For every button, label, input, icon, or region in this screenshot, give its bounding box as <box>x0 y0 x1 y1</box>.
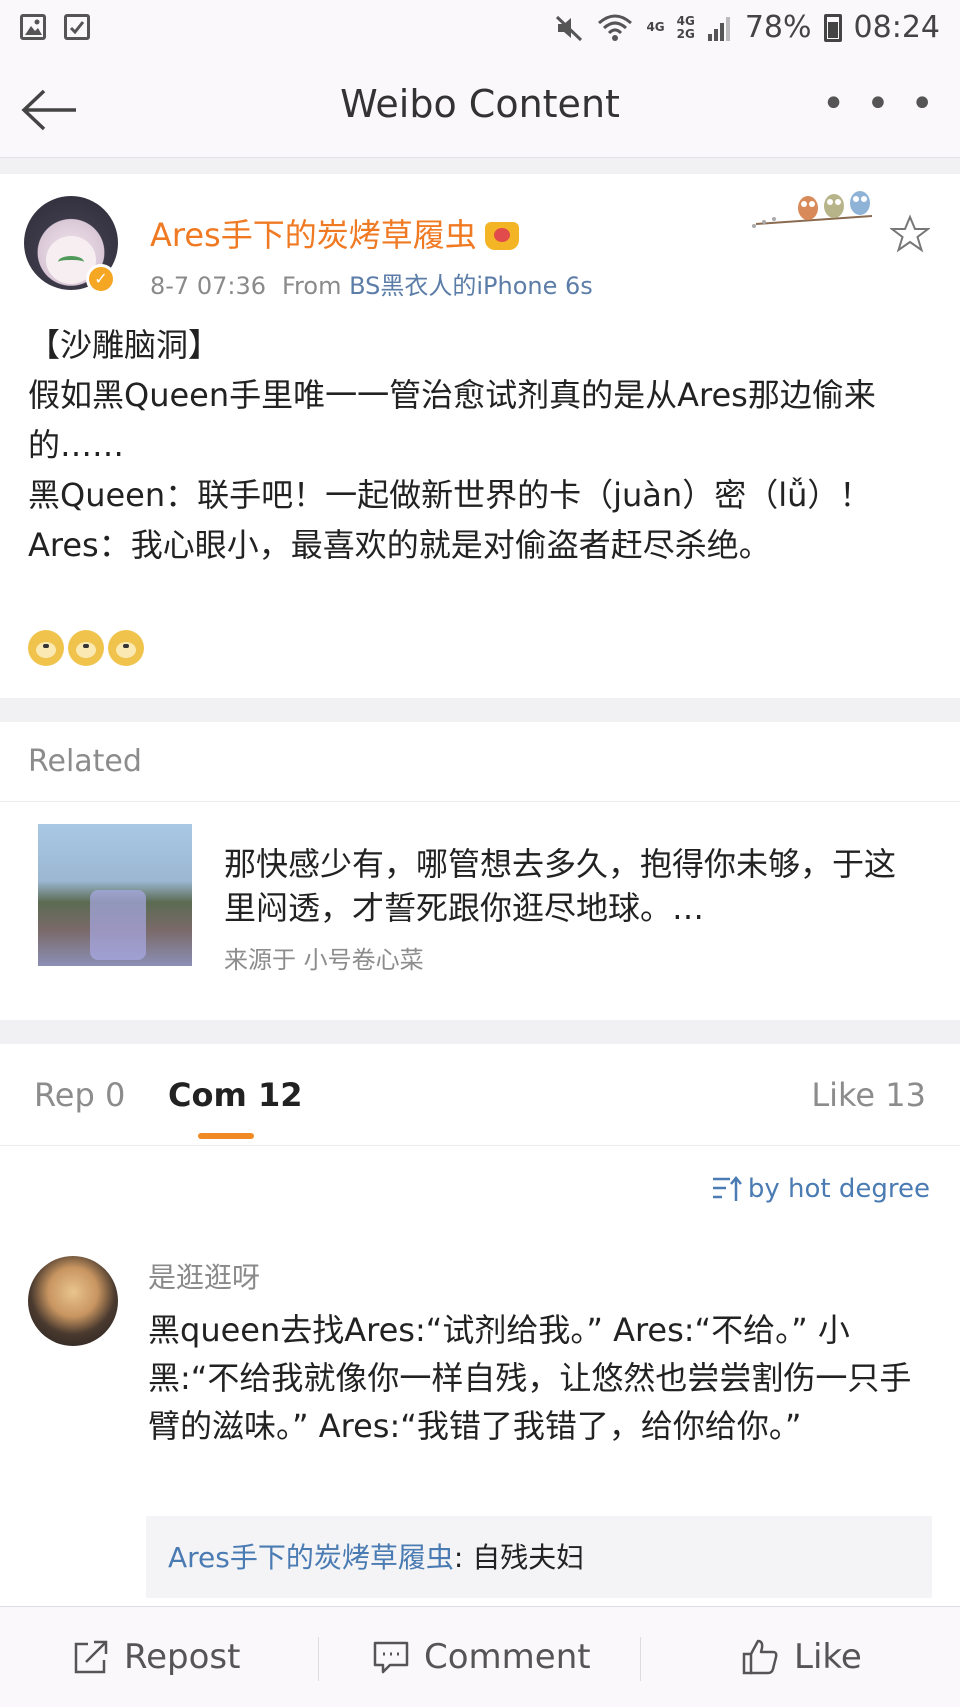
related-label: Related <box>28 744 142 779</box>
reply-box[interactable]: Ares手下的炭烤草履虫: 自残夫妇 <box>146 1516 932 1598</box>
doge-emoji-icon <box>28 630 64 666</box>
commenter-name[interactable]: 是逛逛呀 <box>148 1256 260 1296</box>
like-button[interactable]: Like <box>740 1637 862 1677</box>
post-line-2: 假如黑Queen手里唯一一管治愈试剂真的是从Ares那边偷来的…… <box>28 376 876 464</box>
like-label: Like <box>794 1637 862 1677</box>
section-divider <box>0 698 960 722</box>
post-meta: 8-7 07:36 From BS黑衣人的iPhone 6s <box>150 266 593 301</box>
related-thumbnail <box>38 824 192 966</box>
commenter-avatar[interactable] <box>28 1256 118 1346</box>
related-source: 来源于 小号卷心菜 <box>224 946 424 974</box>
post-line-3: 黑Queen：联手吧！一起做新世界的卡（juàn）密（lǚ）！ <box>28 476 872 514</box>
tab-repost[interactable]: Rep 0 <box>34 1076 125 1114</box>
sort-icon <box>712 1176 742 1201</box>
comment-icon <box>373 1641 409 1674</box>
sort-label: by hot degree <box>747 1174 930 1204</box>
emoji-row <box>28 630 144 666</box>
reply-line: Ares手下的炭烤草履虫: 自残夫妇 <box>168 1536 584 1576</box>
image-notification-icon <box>20 14 46 40</box>
post-body: 【沙雕脑洞】 假如黑Queen手里唯一一管治愈试剂真的是从Ares那边偷来的……… <box>28 320 928 570</box>
checklist-notification-icon <box>64 14 90 40</box>
bottom-action-bar: Repost Comment Like <box>0 1606 960 1707</box>
bar-divider <box>640 1637 641 1681</box>
sort-button[interactable]: by hot degree <box>712 1174 930 1204</box>
sort-row: by hot degree <box>0 1146 960 1246</box>
battery-icon <box>823 13 842 42</box>
comment-button[interactable]: Comment <box>372 1637 591 1677</box>
reply-text: : 自残夫妇 <box>453 1541 585 1574</box>
signal-icon <box>707 16 730 41</box>
post-line-4: Ares：我心眼小，最喜欢的就是对偷盗者赶尽杀绝。 <box>28 526 771 564</box>
repost-label: Repost <box>124 1637 241 1677</box>
clock: 08:24 <box>853 10 940 45</box>
favorite-star-icon[interactable] <box>890 214 930 254</box>
post-line-1: 【沙雕脑洞】 <box>28 326 221 364</box>
network-type-label: 4G <box>646 20 665 34</box>
nav-bar: Weibo Content • • • <box>0 58 960 158</box>
crown-badge-icon <box>484 222 519 250</box>
network-type-stack: 4G 2G <box>676 13 695 41</box>
post-from-label: From <box>282 272 342 300</box>
thumbs-up-icon <box>742 1639 778 1675</box>
wifi-icon <box>598 14 633 41</box>
post-time: 8-7 07:36 <box>150 272 266 300</box>
status-bar: 4G 4G 2G 78% 08:24 <box>0 0 960 58</box>
tab-comment[interactable]: Com 12 <box>168 1076 302 1114</box>
battery-percent: 78% <box>744 10 812 45</box>
comment-item: 是逛逛呀 黑queen去找Ares:“试剂给我。” Ares:“不给。” 小黑:… <box>0 1246 960 1606</box>
mute-icon <box>556 15 583 41</box>
post-source[interactable]: BS黑衣人的iPhone 6s <box>349 272 593 300</box>
doge-emoji-icon <box>68 630 104 666</box>
repost-icon <box>74 1640 108 1674</box>
verified-badge-icon: ✓ <box>86 264 116 294</box>
section-divider <box>0 158 960 174</box>
section-divider <box>0 1020 960 1044</box>
repost-button[interactable]: Repost <box>72 1637 240 1677</box>
active-tab-indicator <box>198 1133 254 1139</box>
interaction-tabs: Rep 0 Com 12 Like 13 <box>0 1044 960 1146</box>
bar-divider <box>318 1637 319 1681</box>
related-header: Related <box>0 722 960 802</box>
author-name[interactable]: Ares手下的炭烤草履虫 <box>150 210 519 256</box>
related-text: 那快感少有，哪管想去多久，抱得你未够，于这里闷透，才誓死跟你逛尽地球。… <box>224 845 897 927</box>
network-type-top: 4G <box>676 13 695 28</box>
related-card[interactable]: 那快感少有，哪管想去多久，抱得你未够，于这里闷透，才誓死跟你逛尽地球。… 来源于… <box>0 802 960 1020</box>
comment-text: 黑queen去找Ares:“试剂给我。” Ares:“不给。” 小黑:“不给我就… <box>148 1311 912 1445</box>
page-title: Weibo Content <box>340 82 620 126</box>
owls-decoration-icon <box>752 191 873 228</box>
comment-label: Comment <box>424 1637 591 1677</box>
tab-like[interactable]: Like 13 <box>811 1076 926 1114</box>
reply-author[interactable]: Ares手下的炭烤草履虫 <box>168 1541 454 1574</box>
weibo-post: ✓ Ares手下的炭烤草履虫 8-7 07:36 From BS黑衣人的iPhon… <box>0 174 960 698</box>
more-options-icon[interactable]: • • • <box>822 84 938 124</box>
network-type-bottom: 2G <box>676 26 695 41</box>
doge-emoji-icon <box>108 630 144 666</box>
author-name-text: Ares手下的炭烤草履虫 <box>150 216 477 254</box>
